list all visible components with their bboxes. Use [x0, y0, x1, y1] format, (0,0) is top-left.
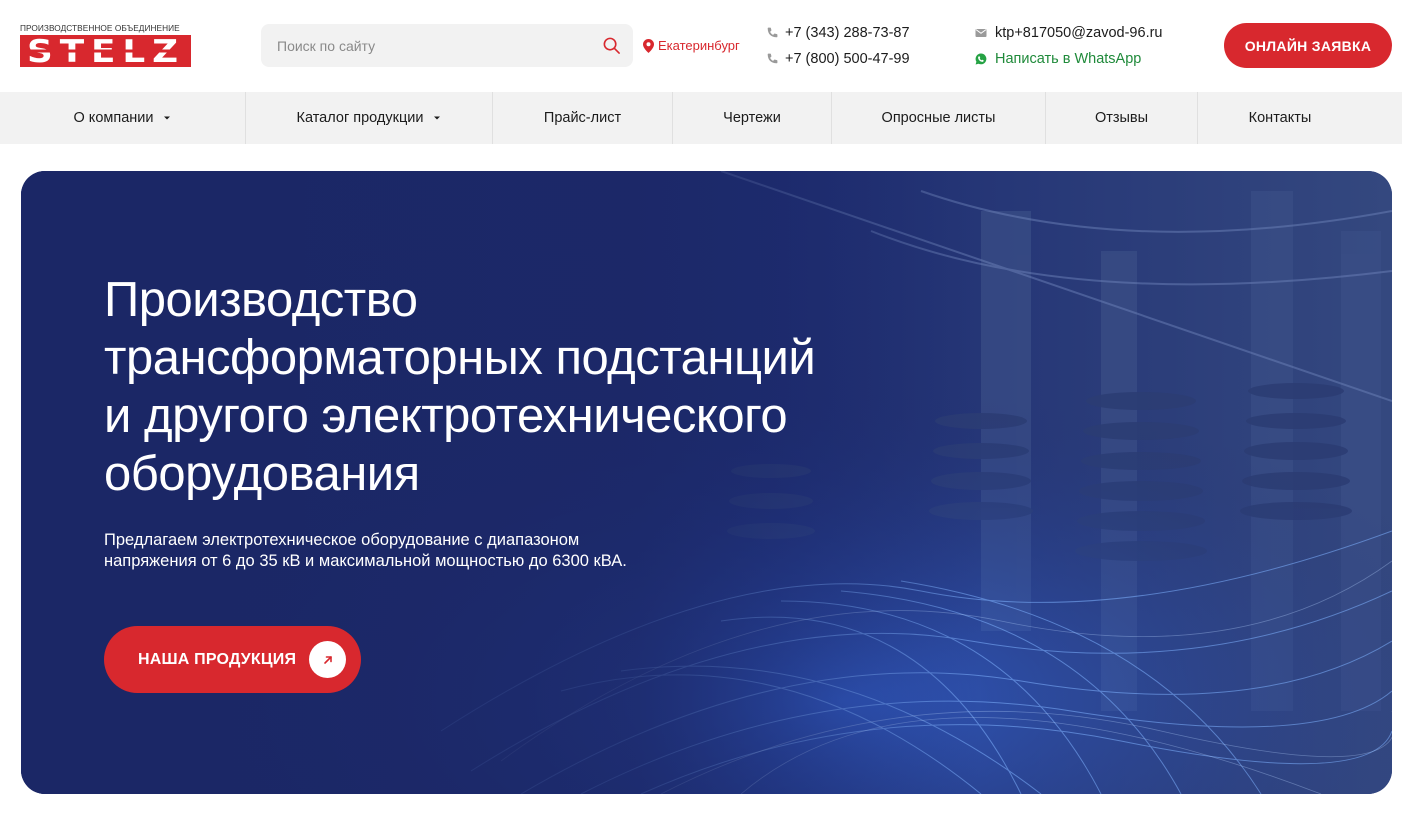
- phone-icon: [767, 27, 778, 38]
- whatsapp-label: Написать в WhatsApp: [995, 51, 1142, 67]
- nav-item-label: Отзывы: [1094, 110, 1149, 126]
- nav-item-label: Прайс-лист: [543, 110, 622, 126]
- logo-caption: ПРОИЗВОДСТВЕННОЕ ОБЪЕДИНЕНИЕ: [20, 23, 180, 33]
- phone-link-1[interactable]: +7 (343) 288-73-87: [766, 24, 910, 42]
- nav-item-catalog[interactable]: Каталог продукции: [246, 92, 493, 144]
- our-products-label: НАША ПРОДУКЦИЯ: [138, 650, 297, 668]
- main-nav: О компании Каталог продукции Прайс-лист …: [0, 92, 1402, 144]
- map-pin-icon: [643, 38, 654, 53]
- arrow-up-right-icon: [309, 641, 346, 678]
- nav-item-contacts[interactable]: Контакты: [1198, 92, 1362, 144]
- phone-list: +7 (343) 288-73-87 +7 (800) 500-47-99: [766, 24, 910, 76]
- site-header: ПРОИЗВОДСТВЕННОЕ ОБЪЕДИНЕНИЕ STELZ Екате…: [0, 0, 1402, 92]
- hero-title-line: трансформаторных подстанций: [104, 331, 816, 385]
- phone-number: +7 (343) 288-73-87: [785, 25, 910, 41]
- hero-banner: Производство трансформаторных подстанций…: [21, 171, 1392, 794]
- logo-wordmark: STELZ: [20, 35, 191, 67]
- city-selector[interactable]: Екатеринбург: [643, 38, 740, 53]
- nav-item-label: Каталог продукции: [296, 110, 424, 126]
- whatsapp-link[interactable]: Написать в WhatsApp: [975, 50, 1163, 68]
- search-input[interactable]: [261, 24, 591, 67]
- phone-link-2[interactable]: +7 (800) 500-47-99: [766, 50, 910, 68]
- nav-item-label: О компании: [73, 110, 154, 126]
- our-products-button[interactable]: НАША ПРОДУКЦИЯ: [104, 626, 361, 693]
- hero-subtitle-line: Предлагаем электротехническое оборудован…: [104, 531, 580, 549]
- nav-item-label: Контакты: [1248, 110, 1312, 126]
- hero-title-line: Производство: [104, 273, 418, 327]
- nav-item-label: Чертежи: [723, 110, 781, 126]
- caret-down-icon: [434, 116, 441, 120]
- hero-title-line: и другого электротехнического: [104, 389, 788, 443]
- search-box: [261, 24, 633, 67]
- nav-item-about[interactable]: О компании: [0, 92, 246, 144]
- caret-down-icon: [164, 116, 171, 120]
- nav-item-questionnaires[interactable]: Опросные листы: [832, 92, 1046, 144]
- nav-item-reviews[interactable]: Отзывы: [1046, 92, 1198, 144]
- hero-title-line: оборудования: [104, 447, 420, 501]
- contact-links: ktp+817050@zavod-96.ru Написать в WhatsA…: [975, 24, 1163, 76]
- logo-mark: STELZ: [20, 35, 191, 67]
- nav-item-price-list[interactable]: Прайс-лист: [493, 92, 673, 144]
- email-address: ktp+817050@zavod-96.ru: [995, 25, 1163, 41]
- email-link[interactable]: ktp+817050@zavod-96.ru: [975, 24, 1163, 42]
- mail-icon: [975, 29, 987, 37]
- nav-item-drawings[interactable]: Чертежи: [673, 92, 832, 144]
- whatsapp-icon: [975, 53, 987, 65]
- hero-title: Производство трансформаторных подстанций…: [104, 271, 924, 503]
- city-label: Екатеринбург: [658, 38, 740, 53]
- search-icon[interactable]: [602, 36, 621, 55]
- hero-subtitle-line: напряжения от 6 до 35 кВ и максимальной …: [104, 552, 627, 570]
- logo[interactable]: ПРОИЗВОДСТВЕННОЕ ОБЪЕДИНЕНИЕ STELZ: [20, 23, 192, 69]
- hero-subtitle: Предлагаем электротехническое оборудован…: [104, 530, 644, 572]
- phone-icon: [767, 53, 778, 64]
- nav-item-label: Опросные листы: [881, 110, 996, 126]
- phone-number: +7 (800) 500-47-99: [785, 51, 910, 67]
- online-order-button[interactable]: ОНЛАЙН ЗАЯВКА: [1224, 23, 1392, 68]
